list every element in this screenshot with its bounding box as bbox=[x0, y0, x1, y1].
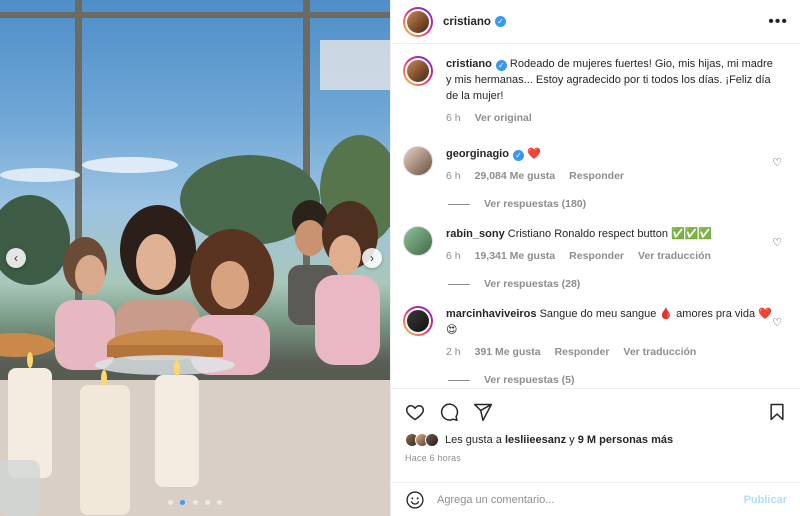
comment-like-heart-icon[interactable]: ♡ bbox=[772, 156, 782, 169]
carousel-dot bbox=[192, 500, 198, 505]
comment-time: 6 h bbox=[446, 250, 461, 262]
caption-username[interactable]: cristiano bbox=[446, 58, 492, 70]
post-photo[interactable]: ‹ › bbox=[0, 0, 390, 516]
view-replies-button[interactable]: Ver respuestas (5) bbox=[448, 374, 788, 386]
carousel-next-button[interactable]: › bbox=[362, 248, 382, 268]
carousel-dot bbox=[168, 500, 174, 505]
caption-avatar[interactable] bbox=[403, 56, 433, 86]
view-replies-button[interactable]: Ver respuestas (28) bbox=[448, 278, 788, 290]
view-replies-button[interactable]: Ver respuestas (180) bbox=[448, 198, 788, 210]
comment-like-heart-icon[interactable]: ♡ bbox=[772, 236, 782, 249]
caption-time: 6 h bbox=[446, 112, 461, 124]
reply-button[interactable]: Responder bbox=[569, 248, 624, 264]
comment-likes[interactable]: 29,084 Me gusta bbox=[475, 168, 556, 184]
photo-illustration bbox=[0, 0, 390, 516]
heart-icon[interactable] bbox=[405, 402, 425, 422]
see-translation-link[interactable]: Ver traducción bbox=[623, 344, 696, 360]
post-actions: Les gusta a lesliieesanz y 9 M personas … bbox=[391, 388, 800, 463]
likes-mid: y bbox=[566, 434, 578, 446]
comment-icon[interactable] bbox=[439, 402, 459, 422]
carousel-dot bbox=[204, 500, 210, 505]
bookmark-icon[interactable] bbox=[767, 402, 787, 422]
likes-count[interactable]: 9 M personas más bbox=[578, 434, 673, 446]
comment-text: ❤️ bbox=[527, 148, 541, 160]
emoji-icon[interactable] bbox=[405, 490, 425, 510]
comment-input[interactable] bbox=[437, 493, 744, 506]
reply-button[interactable]: Responder bbox=[555, 344, 610, 360]
comment: rabin_sony Cristiano Ronaldo respect but… bbox=[403, 226, 788, 290]
likes-user[interactable]: lesliieesanz bbox=[505, 434, 566, 446]
likes-prefix: Les gusta a bbox=[445, 434, 505, 446]
see-translation-link[interactable]: Ver traducción bbox=[638, 248, 711, 264]
comment: marcinhaviveiros Sangue do meu sangue 🩸 … bbox=[403, 306, 788, 386]
comment-time: 2 h bbox=[446, 346, 461, 358]
more-options-icon[interactable]: ••• bbox=[768, 13, 788, 31]
comments-list[interactable]: cristiano ✓ Rodeado de mujeres fuertes! G… bbox=[391, 44, 800, 388]
likes-summary[interactable]: Les gusta a lesliieesanz y 9 M personas … bbox=[405, 433, 787, 447]
comment-likes[interactable]: 391 Me gusta bbox=[475, 344, 541, 360]
caption: cristiano ✓ Rodeado de mujeres fuertes! G… bbox=[403, 56, 788, 126]
carousel-dot-active bbox=[180, 500, 186, 505]
verified-badge-icon: ✓ bbox=[495, 60, 507, 71]
share-icon[interactable] bbox=[473, 402, 493, 422]
comment-time: 6 h bbox=[446, 170, 461, 182]
reply-button[interactable]: Responder bbox=[569, 168, 624, 184]
post-timestamp: Hace 6 horas bbox=[405, 453, 461, 463]
comment-like-heart-icon[interactable]: ♡ bbox=[772, 316, 782, 329]
verified-badge-icon: ✓ bbox=[494, 16, 506, 27]
comment-username[interactable]: georginagio bbox=[446, 148, 509, 160]
comment-text: Cristiano Ronaldo respect button ✅✅✅ bbox=[507, 228, 713, 240]
comment-likes[interactable]: 19,341 Me gusta bbox=[475, 248, 556, 264]
author-avatar[interactable] bbox=[403, 6, 433, 37]
comment-avatar[interactable] bbox=[403, 226, 433, 256]
post-side-panel: cristiano ✓ ••• cristiano ✓ Rodeado de mu… bbox=[390, 0, 800, 516]
comment-avatar[interactable] bbox=[403, 146, 433, 176]
comment-avatar[interactable] bbox=[403, 306, 433, 336]
post-header: cristiano ✓ ••• bbox=[391, 0, 800, 44]
author-username[interactable]: cristiano bbox=[443, 16, 491, 28]
see-original-link[interactable]: Ver original bbox=[475, 110, 532, 126]
add-comment-bar: Publicar bbox=[391, 482, 800, 516]
comment-username[interactable]: rabin_sony bbox=[446, 228, 505, 240]
comment: georginagio ✓ ❤️ 6 h 29,084 Me gusta Resp… bbox=[403, 146, 788, 210]
liker-avatar bbox=[425, 433, 439, 447]
publish-button[interactable]: Publicar bbox=[744, 494, 787, 506]
carousel-dot bbox=[216, 500, 222, 505]
carousel-indicator bbox=[0, 496, 390, 508]
verified-badge-icon: ✓ bbox=[512, 150, 524, 161]
comment-username[interactable]: marcinhaviveiros bbox=[446, 308, 537, 320]
carousel-prev-button[interactable]: ‹ bbox=[6, 248, 26, 268]
